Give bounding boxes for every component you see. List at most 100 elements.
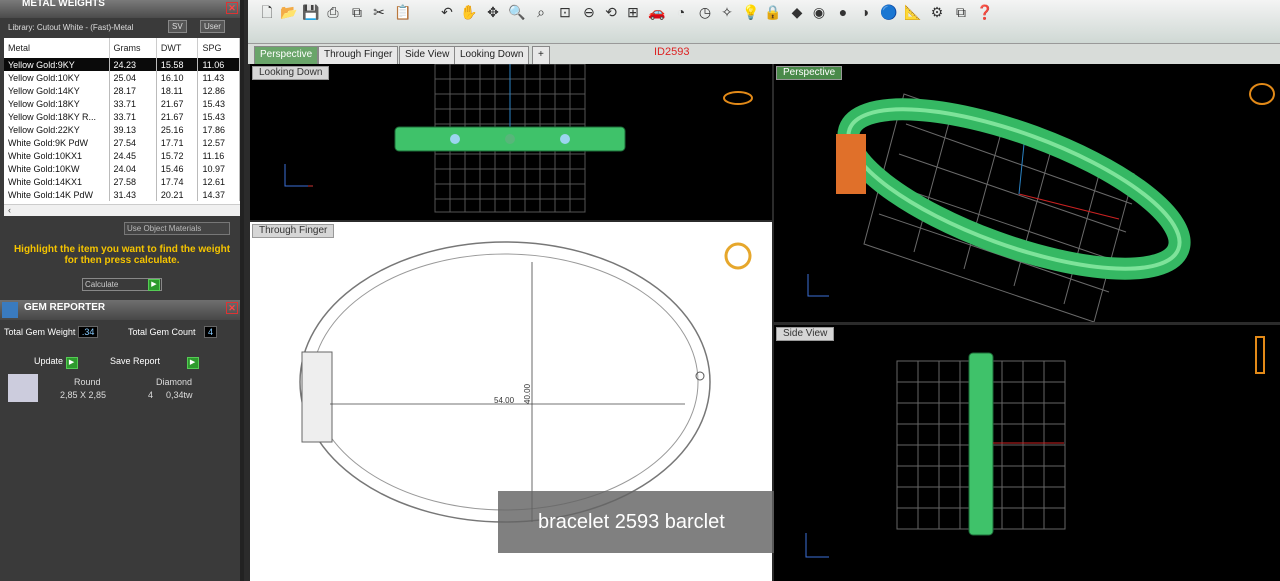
gem-icon xyxy=(2,302,18,318)
table-row[interactable]: White Gold:14K PdW 31.43 20.21 14.37 xyxy=(4,188,240,201)
total-gem-weight-value: .34 xyxy=(77,326,99,338)
viewport-side-view[interactable]: Side View xyxy=(774,325,1280,581)
table-row[interactable]: Yellow Gold:9KY 24.23 15.58 11.06 xyxy=(4,58,240,71)
table-row[interactable]: Yellow Gold:22KY 39.13 25.16 17.86 xyxy=(4,123,240,136)
measure-icon[interactable]: 📐 xyxy=(904,3,922,21)
column-header[interactable]: Metal xyxy=(4,38,110,58)
print-icon[interactable]: ⎙ xyxy=(324,3,342,21)
car-icon[interactable]: 🚗 xyxy=(648,3,666,21)
column-header[interactable]: Grams xyxy=(109,38,157,58)
zoom-window-icon[interactable]: ⌕ xyxy=(532,3,550,21)
hide-icon[interactable]: ◔ xyxy=(672,3,690,21)
zoom-extents-icon[interactable]: ⊡ xyxy=(556,3,574,21)
library-row: Library: Cutout White - (Fast)-Metal SV … xyxy=(0,18,240,36)
table-cell: Yellow Gold:22KY xyxy=(4,123,110,136)
column-header[interactable]: SPG xyxy=(197,38,240,58)
close-icon[interactable]: ✕ xyxy=(226,302,238,314)
close-icon[interactable]: ✕ xyxy=(226,2,238,14)
dimension-icon[interactable]: ◷ xyxy=(696,3,714,21)
rotate-icon[interactable]: ⟲ xyxy=(602,3,620,21)
color-wheel-icon[interactable]: ◉ xyxy=(810,3,828,21)
table-cell: 20.21 xyxy=(156,188,199,201)
sphere-icon[interactable]: ● xyxy=(834,3,852,21)
viewport-label-through-finger[interactable]: Through Finger xyxy=(252,224,335,238)
pan-icon[interactable]: ✋ xyxy=(460,3,478,21)
grid-icon[interactable]: ⊞ xyxy=(624,3,642,21)
table-cell: 24.04 xyxy=(109,162,157,175)
library-label: Library: Cutout White - (Fast)-Metal xyxy=(8,23,134,32)
viewport-label-side-view[interactable]: Side View xyxy=(776,327,835,341)
table-cell: 21.67 xyxy=(156,110,199,123)
help-icon[interactable]: ❓ xyxy=(976,3,994,21)
viewport-label-perspective[interactable]: Perspective xyxy=(776,66,843,80)
table-cell: 24.23 xyxy=(109,58,157,71)
table-row[interactable]: White Gold:10KX1 24.45 15.72 11.16 xyxy=(4,149,240,162)
metal-table[interactable]: Metal Grams DWT SPG Yellow Gold:9KY 24.23 15.… xyxy=(4,38,240,216)
side-view-canvas xyxy=(805,336,1265,558)
sv-button[interactable]: SV xyxy=(168,20,187,33)
table-cell: 39.13 xyxy=(109,123,157,136)
save-report-button[interactable]: Save Report ▶ xyxy=(110,354,199,369)
tab-side-view[interactable]: Side View xyxy=(399,46,456,64)
table-cell: 28.17 xyxy=(109,84,157,97)
table-row[interactable]: Yellow Gold:18KY 33.71 21.67 15.43 xyxy=(4,97,240,110)
table-cell: 11.06 xyxy=(197,58,240,71)
open-icon[interactable]: 📂 xyxy=(280,3,298,21)
gem-list[interactable]: Round Diamond 2,85 X 2,85 4 0,34tw xyxy=(8,374,216,402)
calculate-button[interactable]: Calculate ▶ xyxy=(82,278,162,291)
move-icon[interactable]: ✥ xyxy=(484,3,502,21)
tab-through-finger[interactable]: Through Finger xyxy=(318,46,399,64)
column-header[interactable]: DWT xyxy=(156,38,199,58)
update-button[interactable]: Update ▶ xyxy=(34,354,78,369)
table-cell: White Gold:10KW xyxy=(4,162,110,175)
table-cell: 24.45 xyxy=(109,149,157,162)
save-icon[interactable]: 💾 xyxy=(302,3,320,21)
scroll-left-icon[interactable]: ‹ xyxy=(4,205,11,215)
table-cell: 33.71 xyxy=(109,110,157,123)
horizontal-scrollbar[interactable]: ‹ xyxy=(4,204,240,216)
undo-icon[interactable]: ↶ xyxy=(438,3,456,21)
table-cell: 33.71 xyxy=(109,97,157,110)
table-cell: 27.58 xyxy=(109,175,157,188)
play-icon[interactable]: ▶ xyxy=(148,279,160,291)
layers-icon[interactable]: ⧉ xyxy=(952,3,970,21)
tab-perspective[interactable]: Perspective xyxy=(254,46,319,64)
viewport-perspective[interactable]: Perspective xyxy=(774,64,1280,322)
zoom-icon[interactable]: 🔍 xyxy=(508,3,526,21)
settings-icon[interactable]: ⚙ xyxy=(928,3,946,21)
table-cell: 18.11 xyxy=(156,84,199,97)
light-icon[interactable]: 💡 xyxy=(742,3,760,21)
table-row[interactable]: Yellow Gold:10KY 25.04 16.10 11.43 xyxy=(4,71,240,84)
total-gem-weight-label: Total Gem Weight xyxy=(4,327,76,337)
total-gem-count-row: Total Gem Count 4 xyxy=(128,325,218,339)
add-tab-button[interactable]: + xyxy=(532,46,550,64)
tab-looking-down[interactable]: Looking Down xyxy=(454,46,530,64)
cut-icon[interactable]: ✂ xyxy=(370,3,388,21)
copy-icon[interactable]: ⧉ xyxy=(348,3,366,21)
lock-icon[interactable]: 🔒 xyxy=(764,3,782,21)
table-cell: 12.57 xyxy=(197,136,240,149)
shade-icon[interactable]: ◑ xyxy=(856,3,874,21)
table-cell: 15.58 xyxy=(156,58,199,71)
play-icon[interactable]: ▶ xyxy=(65,357,78,369)
table-cell: White Gold:14KX1 xyxy=(4,175,110,188)
table-row[interactable]: Yellow Gold:14KY 28.17 18.11 12.86 xyxy=(4,84,240,97)
viewport-looking-down[interactable]: Looking Down xyxy=(250,64,772,220)
user-button[interactable]: User xyxy=(200,20,225,33)
play-icon[interactable]: ▶ xyxy=(186,357,199,369)
snap-icon[interactable]: ✧ xyxy=(718,3,736,21)
viewport-label-looking-down[interactable]: Looking Down xyxy=(252,66,330,80)
zoom-out-icon[interactable]: ⊖ xyxy=(580,3,598,21)
render-icon[interactable]: 🔵 xyxy=(880,3,898,21)
material-icon[interactable]: ◆ xyxy=(788,3,806,21)
use-object-materials-button[interactable]: Use Object Materials xyxy=(124,222,230,235)
table-cell: 25.04 xyxy=(109,71,157,84)
paste-icon[interactable]: 📋 xyxy=(394,3,412,21)
table-row[interactable]: Yellow Gold:18KY R... 33.71 21.67 15.43 xyxy=(4,110,240,123)
new-icon[interactable]: 🗋 xyxy=(258,3,276,21)
table-row[interactable]: White Gold:9K PdW 27.54 17.71 12.57 xyxy=(4,136,240,149)
table-row[interactable]: White Gold:14KX1 27.58 17.74 12.61 xyxy=(4,175,240,188)
table-cell: Yellow Gold:10KY xyxy=(4,71,110,84)
table-row[interactable]: White Gold:10KW 24.04 15.46 10.97 xyxy=(4,162,240,175)
gem-reporter-header: GEM REPORTER ✕ xyxy=(0,300,240,320)
